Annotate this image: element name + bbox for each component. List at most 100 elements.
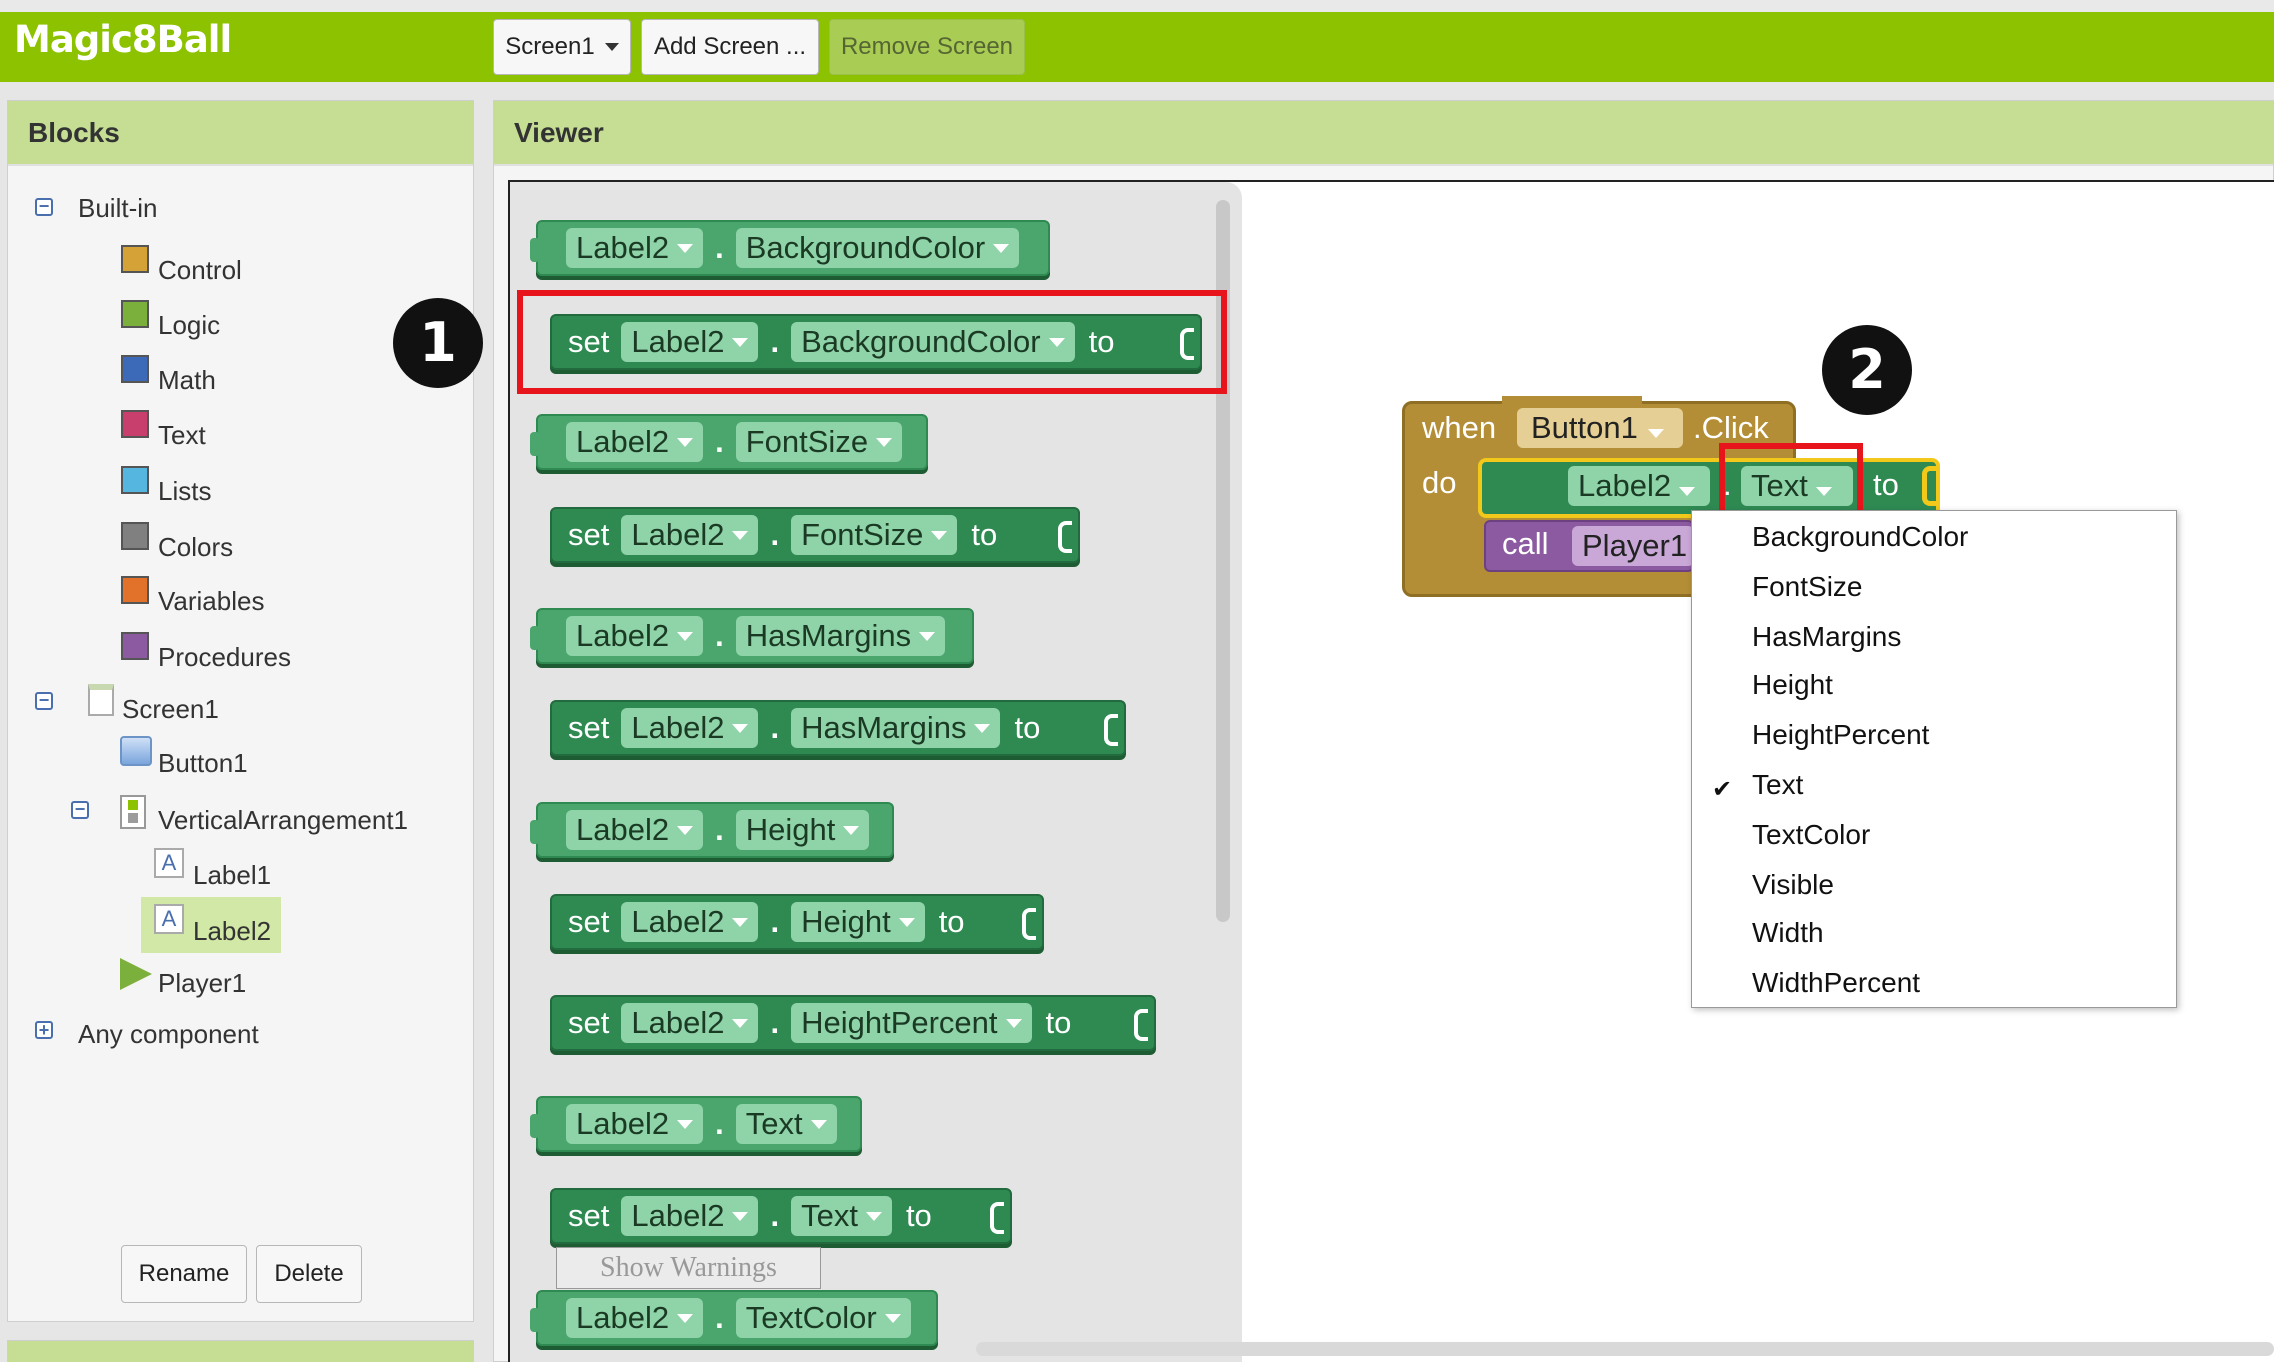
property-label: Height [801,904,891,939]
chevron-down-icon [677,825,694,835]
chevron-down-icon [677,631,694,641]
category-swatch-variables [121,576,149,604]
set-label2-height-percent-block[interactable]: set Label2. HeightPercent to [550,995,1156,1051]
component-dropdown[interactable]: Label2 [566,810,704,850]
component-dropdown[interactable]: Label2 [566,616,704,656]
set-component-label: Label2 [1578,468,1672,503]
tree-item-player1[interactable]: Player1 [158,968,246,999]
get-label2-height-block[interactable]: Label2. Height [530,802,894,858]
rename-button[interactable]: Rename [121,1245,247,1303]
tree-item-control[interactable]: Control [158,255,242,286]
get-label2-text-color-block[interactable]: Label2. TextColor [530,1290,938,1346]
collapse-builtin-toggle[interactable]: − [35,197,53,216]
menu-item-width-percent[interactable]: WidthPercent [1752,967,1920,999]
menu-item-has-margins[interactable]: HasMargins [1752,621,1901,653]
check-icon: ✔ [1712,776,1733,803]
call-component-dropdown[interactable]: Player1 [1572,526,1694,566]
remove-screen-button[interactable]: Remove Screen [829,19,1025,75]
component-dropdown[interactable]: Label2 [621,1003,759,1043]
menu-item-height-percent[interactable]: HeightPercent [1752,719,1929,751]
chevron-down-icon [993,243,1010,253]
property-dropdown[interactable]: BackgroundColor [735,228,1020,268]
set-label2-text-block[interactable]: set Label2. Text to [550,1188,1012,1244]
menu-item-width[interactable]: Width [1752,917,1824,949]
chevron-down-icon [732,530,749,540]
get-label2-background-color-block[interactable]: Label2. BackgroundColor [530,220,1050,276]
menu-item-visible[interactable]: Visible [1752,869,1834,901]
tree-item-vertical-arrangement1[interactable]: VerticalArrangement1 [158,805,408,836]
component-dropdown[interactable]: Label2 [621,708,759,748]
property-dropdown[interactable]: Height [735,810,870,850]
property-label: FontSize [745,424,869,459]
event-component-dropdown[interactable]: Button1 [1517,408,1683,448]
get-label2-text-block[interactable]: Label2. Text [530,1096,862,1152]
call-keyword: call [1502,526,1549,561]
component-dropdown[interactable]: Label2 [621,902,759,942]
block-output-notch [530,1114,540,1138]
tree-item-text[interactable]: Text [158,420,206,451]
tree-item-procedures[interactable]: Procedures [158,642,291,673]
collapse-screen1-toggle[interactable]: − [35,691,53,710]
tree-item-logic[interactable]: Logic [158,310,220,341]
property-label: FontSize [801,517,924,552]
property-dropdown[interactable]: HasMargins [735,616,946,656]
tree-item-builtin[interactable]: Built-in [78,193,157,224]
tree-item-label2[interactable]: Label2 [193,916,271,947]
tree-item-lists[interactable]: Lists [158,476,211,507]
property-dropdown[interactable]: Height [791,902,925,942]
component-label: Label2 [576,812,670,847]
screen-select-button[interactable]: Screen1 [493,19,631,75]
menu-item-height[interactable]: Height [1752,669,1833,701]
set-label2-font-size-block[interactable]: set Label2. FontSize to [550,507,1080,563]
delete-button[interactable]: Delete [256,1245,362,1303]
tree-item-variables[interactable]: Variables [158,586,264,617]
component-dropdown[interactable]: Label2 [621,1196,759,1236]
set-component-dropdown[interactable]: Label2 [1568,466,1710,506]
property-dropdown[interactable]: Text [791,1196,892,1236]
property-dropdown[interactable]: FontSize [791,515,958,555]
dot-separator: . [715,812,724,847]
get-label2-has-margins-block[interactable]: Label2. HasMargins [530,608,974,664]
component-label: Label2 [576,424,670,459]
menu-item-font-size[interactable]: FontSize [1752,571,1863,603]
component-label: Label2 [576,230,670,265]
tree-item-label1[interactable]: Label1 [193,860,271,891]
tree-item-math[interactable]: Math [158,365,216,396]
component-dropdown[interactable]: Label2 [621,515,759,555]
add-screen-button[interactable]: Add Screen ... [641,19,819,75]
component-dropdown[interactable]: Label2 [566,1298,704,1338]
component-dropdown[interactable]: Label2 [566,1104,704,1144]
tree-item-any-component[interactable]: Any component [78,1019,259,1050]
tree-item-colors[interactable]: Colors [158,532,233,563]
workspace-horizontal-scrollbar[interactable] [976,1342,2274,1356]
to-keyword: to [938,904,965,939]
block-output-notch [530,626,540,650]
callout-badge-1: 1 [393,298,483,388]
get-label2-font-size-block[interactable]: Label2. FontSize [530,414,928,470]
chevron-down-icon [732,723,749,733]
collapse-arrangement-toggle[interactable]: − [71,800,89,819]
property-dropdown[interactable]: TextColor [735,1298,911,1338]
property-dropdown[interactable]: HasMargins [791,708,1001,748]
tree-item-screen1[interactable]: Screen1 [122,694,219,725]
component-dropdown[interactable]: Label2 [566,422,704,462]
menu-item-background-color[interactable]: BackgroundColor [1752,521,1968,553]
property-dropdown[interactable]: Text [735,1104,837,1144]
show-warnings-button[interactable]: Show Warnings [556,1247,821,1289]
expand-any-component-toggle[interactable]: + [35,1021,53,1039]
set-label2-has-margins-block[interactable]: set Label2. HasMargins to [550,700,1126,756]
chevron-down-icon [732,917,749,927]
menu-item-text[interactable]: Text [1752,769,1803,801]
property-label: Text [745,1106,803,1141]
property-dropdown[interactable]: FontSize [735,422,903,462]
chevron-down-icon [810,1119,827,1129]
property-dropdown[interactable]: HeightPercent [791,1003,1032,1043]
tree-item-button1[interactable]: Button1 [158,748,248,779]
player-component-icon [120,958,152,990]
component-dropdown[interactable]: Label2 [566,228,704,268]
set-label2-height-block[interactable]: set Label2. Height to [550,894,1044,950]
category-swatch-control [121,245,149,273]
chevron-down-icon [843,825,860,835]
menu-item-text-color[interactable]: TextColor [1752,819,1870,851]
category-swatch-text [121,410,149,438]
